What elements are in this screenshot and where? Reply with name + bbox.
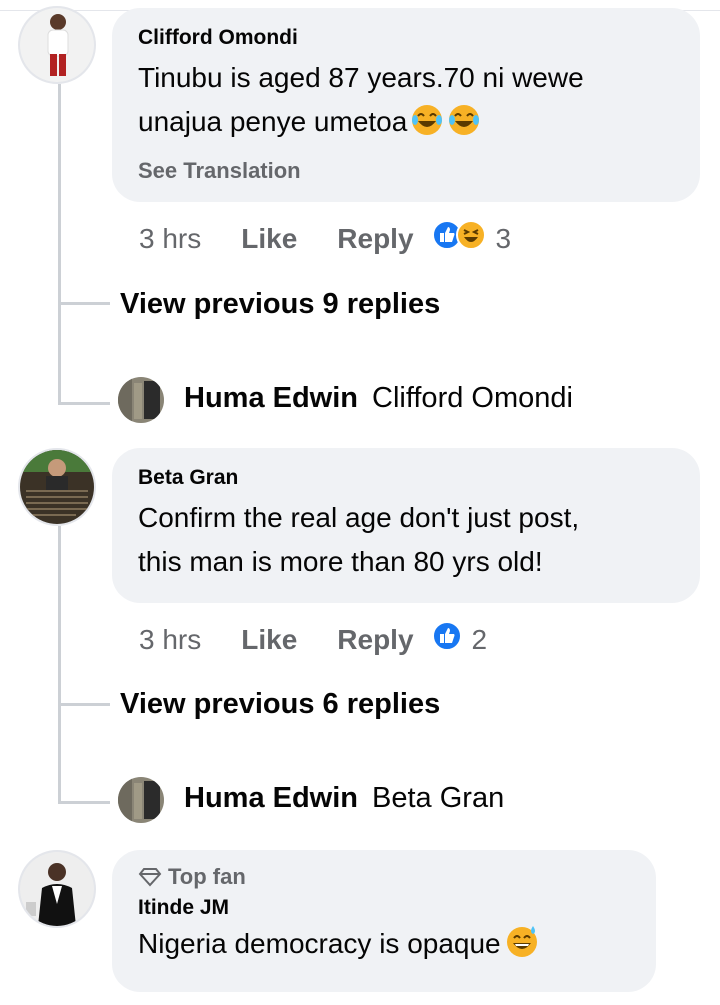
thread-connector: [58, 402, 110, 405]
reaction-summary[interactable]: [431, 220, 486, 257]
comment-author[interactable]: Itinde JM: [138, 896, 632, 920]
thread-connector: [58, 703, 110, 706]
like-button[interactable]: Like: [241, 624, 297, 656]
see-translation-link[interactable]: See Translation: [138, 158, 676, 184]
comment-actions: 3 hrs Like Reply 2: [139, 621, 487, 658]
haha-reaction-icon: [455, 220, 486, 257]
reply-text: Beta Gran: [372, 782, 505, 814]
reaction-summary[interactable]: [431, 621, 462, 658]
comment-text-part: unajua penye umetoa: [138, 106, 408, 137]
view-previous-replies-link[interactable]: View previous 9 replies: [120, 288, 440, 321]
reply-text: Clifford Omondi: [372, 382, 573, 414]
reaction-count[interactable]: 3: [496, 223, 512, 255]
thread-connector: [58, 801, 110, 804]
comment-actions: 3 hrs Like Reply 3: [139, 220, 511, 257]
latest-reply[interactable]: Huma Edwin Beta Gran: [184, 782, 504, 815]
avatar[interactable]: [18, 448, 96, 526]
thread-line: [58, 84, 61, 404]
comment-bubble: Clifford Omondi Tinubu is aged 87 years.…: [112, 8, 700, 202]
comment-text-part: Nigeria democracy is opaque: [138, 928, 501, 959]
avatar[interactable]: [18, 850, 96, 928]
top-fan-badge: Top fan: [138, 864, 632, 890]
comment-text: Nigeria democracy is opaque: [138, 922, 632, 972]
comment-text-line: this man is more than 80 yrs old!: [138, 546, 543, 577]
timestamp[interactable]: 3 hrs: [139, 624, 201, 656]
diamond-icon: [138, 868, 162, 887]
grinning-sweat-emoji: [504, 923, 540, 972]
top-fan-label: Top fan: [168, 864, 246, 889]
reply-button[interactable]: Reply: [337, 223, 413, 255]
reaction-count[interactable]: 2: [472, 624, 488, 656]
comment-text: Tinubu is aged 87 years.70 ni wewe unaju…: [138, 56, 676, 150]
tears-of-joy-emoji: [447, 103, 481, 150]
like-button[interactable]: Like: [241, 223, 297, 255]
timestamp[interactable]: 3 hrs: [139, 223, 201, 255]
comment-text-line: unajua penye umetoa: [138, 100, 676, 150]
comment-text-line: Confirm the real age don't just post,: [138, 502, 580, 533]
comment-author[interactable]: Beta Gran: [138, 462, 676, 490]
avatar[interactable]: [118, 377, 164, 423]
view-previous-replies-link[interactable]: View previous 6 replies: [120, 688, 440, 721]
comment-text-line: Tinubu is aged 87 years.70 ni wewe: [138, 62, 584, 93]
avatar[interactable]: [18, 6, 96, 84]
like-reaction-icon: [431, 621, 462, 658]
avatar[interactable]: [118, 777, 164, 823]
reply-button[interactable]: Reply: [337, 624, 413, 656]
latest-reply[interactable]: Huma Edwin Clifford Omondi: [184, 382, 573, 415]
comment-author[interactable]: Clifford Omondi: [138, 22, 676, 50]
thread-line: [58, 526, 61, 804]
reply-author[interactable]: Huma Edwin: [184, 382, 358, 415]
reply-author[interactable]: Huma Edwin: [184, 782, 358, 815]
thread-connector: [58, 302, 110, 305]
comment-bubble: Beta Gran Confirm the real age don't jus…: [112, 448, 700, 603]
comment-bubble: Top fan Itinde JM Nigeria democracy is o…: [112, 850, 656, 992]
tears-of-joy-emoji: [410, 103, 444, 150]
comment-text: Confirm the real age don't just post, th…: [138, 496, 676, 584]
